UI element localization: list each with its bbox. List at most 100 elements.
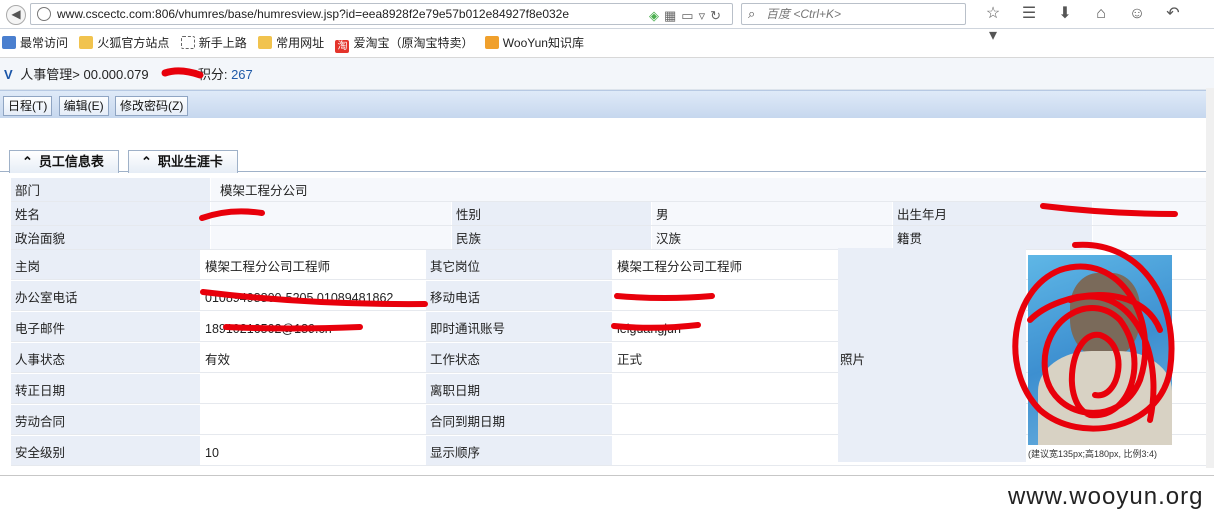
dropdown-icon[interactable]: ▿	[699, 8, 711, 23]
tab-employee-info[interactable]: ⌃ 员工信息表	[9, 150, 119, 173]
bookmark-firefox[interactable]: 火狐官方站点	[79, 29, 169, 58]
other-post-value: 模架工程分公司工程师	[613, 250, 837, 279]
hr-status-value: 有效	[201, 343, 425, 372]
politic-label: 政治面貌	[11, 226, 210, 249]
breadcrumb: 人事管理> 00.000.079	[20, 67, 149, 82]
home-icon[interactable]: ⌂	[1083, 3, 1119, 25]
app-header: V 人事管理> 00.000.079 积分: 267	[0, 58, 1214, 90]
native-value	[1093, 226, 1214, 249]
contract-end-label: 合同到期日期	[426, 405, 612, 434]
email-value: 18910216502@189.cn	[201, 312, 425, 341]
url-text: www.cscectc.com:806/vhumres/base/humresv…	[57, 7, 570, 21]
gender-label: 性别	[452, 202, 651, 225]
bookmark-common-sites[interactable]: 常用网址	[258, 29, 324, 58]
table-row: 姓名 性别 男 出生年月	[11, 202, 1214, 226]
gender-value: 男	[652, 202, 892, 225]
hr-status-label: 人事状态	[11, 343, 200, 372]
bookmarks-bar: 最常访问 火狐官方站点 新手上路 常用网址 淘爱淘宝（原淘宝特卖） WooYun…	[0, 29, 1214, 58]
security-value: 10	[201, 436, 425, 465]
ethnic-label: 民族	[452, 226, 651, 249]
native-label: 籍贯	[893, 226, 1092, 249]
main-post-label: 主岗	[11, 250, 200, 279]
employee-photo	[1028, 255, 1172, 445]
mobile-value	[613, 281, 837, 310]
labor-contract-label: 劳动合同	[11, 405, 200, 434]
photo-label: 照片	[840, 353, 866, 367]
search-input[interactable]: ⌕ 百度 <Ctrl+K>	[741, 3, 966, 25]
footer-divider	[0, 475, 1214, 476]
menu-bar: 日程(T) 编辑(E) 修改密码(Z)	[0, 90, 1214, 118]
bookmark-taobao[interactable]: 淘爱淘宝（原淘宝特卖）	[335, 29, 473, 58]
name-label: 姓名	[11, 202, 210, 225]
display-order-value	[613, 436, 837, 465]
browser-toolbar: ◀ www.cscectc.com:806/vhumres/base/humre…	[0, 0, 1214, 44]
dept-label: 部门	[11, 178, 210, 201]
url-bar[interactable]: www.cscectc.com:806/vhumres/base/humresv…	[30, 3, 733, 25]
leave-date-value	[613, 374, 837, 403]
regular-date-value	[201, 374, 425, 403]
scrollbar[interactable]	[1206, 88, 1214, 468]
work-status-value: 正式	[613, 343, 837, 372]
rss-icon	[484, 36, 499, 49]
photo-body	[1038, 351, 1172, 445]
score-value: 267	[231, 67, 253, 82]
schedule-button[interactable]: 日程(T)	[3, 96, 53, 116]
tab-strip: ⌃ 员工信息表 ⌃ 职业生涯卡	[0, 148, 1214, 173]
edit-button[interactable]: 编辑(E)	[58, 96, 109, 116]
toolbar-icons: ☆ ☰ ⬇ ⌂ ☺ ↶ ▾	[975, 3, 1214, 44]
score-label: 积分:	[197, 67, 228, 82]
birth-value	[1093, 202, 1214, 225]
other-post-label: 其它岗位	[426, 250, 612, 279]
leave-date-label: 离职日期	[426, 374, 612, 403]
mobile-label: 移动电话	[426, 281, 612, 310]
reader-icon[interactable]: ▭	[681, 8, 698, 23]
regular-date-label: 转正日期	[11, 374, 200, 403]
work-status-label: 工作状态	[426, 343, 612, 372]
security-label: 安全级别	[11, 436, 200, 465]
chevron-up-icon: ⌃	[22, 154, 33, 169]
office-phone-value: 01089498800-5205 01089481862	[201, 281, 425, 310]
star-icon[interactable]: ☆	[975, 3, 1011, 25]
name-value	[211, 202, 451, 225]
gear-icon	[2, 36, 16, 49]
im-label: 即时通讯账号	[426, 312, 612, 341]
app-logo-icon: V	[4, 67, 13, 82]
bookmark-wooyun[interactable]: WooYun知识库	[484, 29, 584, 58]
folder-icon	[79, 36, 94, 49]
dept-value: 模架工程分公司	[211, 178, 1214, 201]
watermark: www.wooyun.org	[1008, 483, 1204, 510]
qr-icon[interactable]: ▦	[664, 8, 681, 23]
page-icon	[180, 36, 195, 49]
globe-icon	[37, 7, 51, 21]
birth-label: 出生年月	[893, 202, 1092, 225]
email-label: 电子邮件	[11, 312, 200, 341]
main-post-value: 模架工程分公司工程师	[201, 250, 425, 279]
taobao-icon: 淘	[335, 40, 350, 53]
search-icon: ⌕	[748, 6, 756, 21]
menu-icon[interactable]: ▾	[975, 25, 1011, 47]
refresh-icon[interactable]: ↻	[710, 8, 726, 23]
politic-value	[211, 226, 451, 249]
shield-icon[interactable]: ◈	[649, 8, 664, 23]
download-icon[interactable]: ⬇	[1047, 3, 1083, 25]
labor-contract-value	[201, 405, 425, 434]
office-phone-label: 办公室电话	[11, 281, 200, 310]
ethnic-value: 汉族	[652, 226, 892, 249]
change-password-button[interactable]: 修改密码(Z)	[115, 96, 189, 116]
photo-cell: 照片	[838, 248, 1026, 462]
table-row: 部门 模架工程分公司	[11, 178, 1214, 202]
bookmark-getting-started[interactable]: 新手上路	[180, 29, 247, 58]
url-actions[interactable]: ◈▦▭▿↻	[649, 6, 726, 24]
back-icon[interactable]: ◀	[6, 5, 26, 25]
tab-career-card[interactable]: ⌃ 职业生涯卡	[128, 150, 238, 173]
contract-end-value	[613, 405, 837, 434]
photo-note: (建议宽135px;高180px, 比例3:4)	[1028, 449, 1158, 459]
table-row: 政治面貌 民族 汉族 籍贯	[11, 226, 1214, 250]
photo-face	[1070, 273, 1140, 358]
search-placeholder: 百度 <Ctrl+K>	[766, 7, 842, 21]
undo-icon[interactable]: ↶	[1155, 3, 1191, 25]
folder-icon	[258, 36, 273, 49]
chat-icon[interactable]: ☺	[1119, 3, 1155, 25]
reading-list-icon[interactable]: ☰	[1011, 3, 1047, 25]
bookmark-most-visited[interactable]: 最常访问	[2, 29, 68, 58]
